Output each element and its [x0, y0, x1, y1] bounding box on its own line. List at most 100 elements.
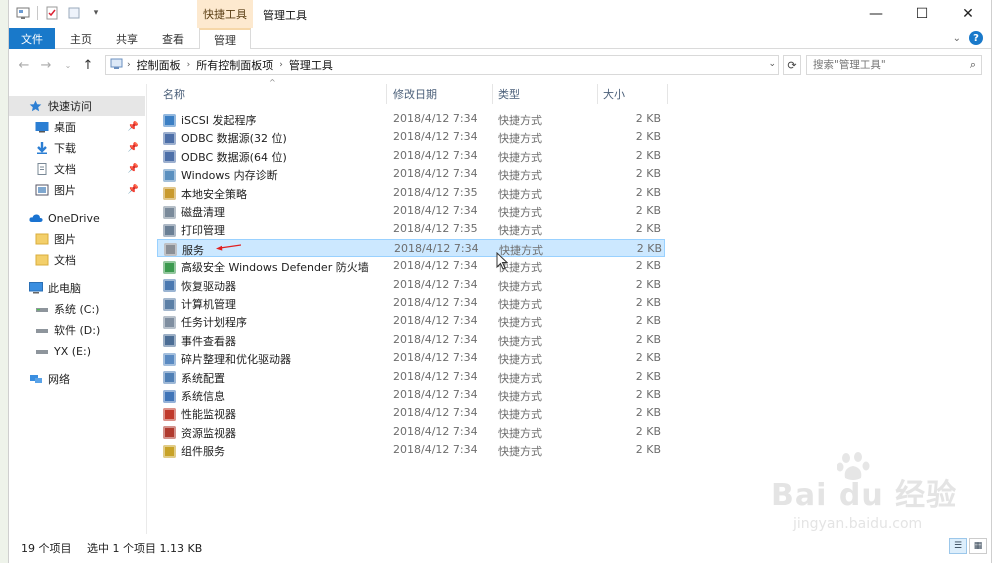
recent-locations-icon[interactable]: ⌄: [59, 57, 77, 73]
close-button[interactable]: ✕: [945, 0, 991, 28]
file-name: 恢复驱动器: [181, 279, 236, 293]
file-type: 快捷方式: [498, 206, 542, 219]
explorer-window: ▾ 快捷工具 管理工具 — ☐ ✕ 文件 主页 共享 查看 管理 ⌄ ? ← →…: [8, 0, 992, 563]
shortcut-icon: [163, 168, 176, 182]
control-panel-icon[interactable]: [15, 5, 31, 21]
table-row[interactable]: 本地安全策略 2018/4/12 7:35 快捷方式 2 KB: [157, 184, 665, 202]
column-header-type[interactable]: 类型: [498, 84, 520, 104]
column-header-size[interactable]: 大小: [603, 84, 625, 104]
pin-icon[interactable]: 📌: [128, 185, 139, 195]
sidebar-item-quick-access[interactable]: 快速访问: [9, 96, 145, 116]
file-date: 2018/4/12 7:34: [393, 204, 478, 217]
help-icon[interactable]: ?: [969, 31, 983, 45]
file-date: 2018/4/12 7:34: [393, 369, 478, 383]
selection-info: 选中 1 个项目 1.13 KB: [87, 542, 203, 555]
column-header-date[interactable]: 修改日期: [393, 84, 437, 104]
table-row[interactable]: 磁盘清理 2018/4/12 7:34 快捷方式 2 KB: [157, 202, 665, 220]
table-row[interactable]: 碎片整理和优化驱动器 2018/4/12 7:34 快捷方式 2 KB: [157, 349, 665, 367]
column-divider[interactable]: [667, 84, 668, 104]
table-row[interactable]: 组件服务 2018/4/12 7:34 快捷方式 2 KB: [157, 441, 665, 459]
file-date: 2018/4/12 7:34: [393, 406, 478, 420]
file-name-cell: 任务计划程序: [163, 314, 247, 330]
shortcut-icon: [163, 352, 176, 366]
column-divider[interactable]: [492, 84, 493, 104]
file-name: 服务: [182, 243, 204, 257]
file-date: 2018/4/12 7:34: [393, 351, 478, 365]
sidebar-item-this-pc[interactable]: 此电脑: [9, 278, 145, 298]
forward-arrow-icon[interactable]: →: [37, 57, 55, 73]
table-row[interactable]: 事件查看器 2018/4/12 7:34 快捷方式 2 KB: [157, 331, 665, 349]
file-name-cell: 事件查看器: [163, 333, 236, 349]
maximize-button[interactable]: ☐: [899, 0, 945, 28]
table-row[interactable]: 任务计划程序 2018/4/12 7:34 快捷方式 2 KB: [157, 312, 665, 330]
file-type: 快捷方式: [498, 426, 542, 440]
column-header-name[interactable]: 名称: [163, 84, 185, 104]
sidebar-item-drive-e[interactable]: YX (E:): [9, 341, 145, 361]
refresh-button[interactable]: ⟳: [783, 55, 801, 75]
tab-share[interactable]: 共享: [105, 28, 149, 49]
sidebar-item-desktop[interactable]: 桌面 📌: [9, 117, 145, 137]
sidebar-item-documents[interactable]: 文档 📌: [9, 159, 145, 179]
properties-icon[interactable]: [44, 5, 60, 21]
table-row[interactable]: 打印管理 2018/4/12 7:35 快捷方式 2 KB: [157, 220, 665, 238]
file-name-cell: 资源监视器: [163, 425, 236, 441]
sidebar-item-downloads[interactable]: 下载 📌: [9, 138, 145, 158]
table-row[interactable]: 计算机管理 2018/4/12 7:34 快捷方式 2 KB: [157, 294, 665, 312]
expand-ribbon-icon[interactable]: ⌄: [953, 33, 961, 44]
sidebar-item-label: 文档: [54, 254, 76, 267]
up-arrow-icon[interactable]: ↑: [79, 57, 97, 73]
table-row[interactable]: 系统信息 2018/4/12 7:34 快捷方式 2 KB: [157, 386, 665, 404]
table-row[interactable]: 系统配置 2018/4/12 7:34 快捷方式 2 KB: [157, 368, 665, 386]
tab-manage[interactable]: 管理: [199, 28, 251, 49]
sidebar-item-drive-c[interactable]: 系统 (C:): [9, 299, 145, 319]
breadcrumb-separator-icon[interactable]: ›: [187, 60, 191, 70]
tab-file[interactable]: 文件: [9, 28, 55, 49]
customize-qat-icon[interactable]: ▾: [88, 5, 104, 21]
new-folder-icon[interactable]: [66, 5, 82, 21]
table-row[interactable]: iSCSI 发起程序 2018/4/12 7:34 快捷方式 2 KB: [157, 110, 665, 128]
file-size: 2 KB: [635, 185, 661, 199]
table-row[interactable]: 性能监视器 2018/4/12 7:34 快捷方式 2 KB: [157, 404, 665, 422]
address-dropdown-icon[interactable]: ⌄: [768, 59, 776, 69]
table-row[interactable]: ODBC 数据源(64 位) 2018/4/12 7:34 快捷方式 2 KB: [157, 147, 665, 165]
address-bar[interactable]: › 控制面板 › 所有控制面板项 › 管理工具 ⌄: [105, 55, 779, 75]
sidebar-item-onedrive-documents[interactable]: 文档: [9, 250, 145, 270]
sidebar-item-pictures[interactable]: 图片 📌: [9, 180, 145, 200]
search-icon[interactable]: ⌕: [970, 58, 976, 72]
table-row[interactable]: 恢复驱动器 2018/4/12 7:34 快捷方式 2 KB: [157, 276, 665, 294]
breadcrumb-all-items[interactable]: 所有控制面板项: [196, 57, 273, 73]
table-row[interactable]: 高级安全 Windows Defender 防火墙 2018/4/12 7:34 快…: [157, 257, 665, 275]
quick-access-toolbar: ▾: [15, 5, 104, 21]
table-row[interactable]: ODBC 数据源(32 位) 2018/4/12 7:34 快捷方式 2 KB: [157, 128, 665, 146]
minimize-button[interactable]: —: [853, 0, 899, 28]
file-size: 2 KB: [635, 204, 661, 217]
search-input[interactable]: [807, 59, 957, 71]
sidebar-item-onedrive-pictures[interactable]: 图片: [9, 229, 145, 249]
breadcrumb-separator-icon[interactable]: ›: [127, 60, 131, 70]
back-arrow-icon[interactable]: ←: [15, 57, 33, 73]
sidebar-item-drive-d[interactable]: 软件 (D:): [9, 320, 145, 340]
breadcrumb-admin-tools[interactable]: 管理工具: [289, 57, 333, 73]
pin-icon[interactable]: 📌: [128, 143, 139, 153]
pin-icon[interactable]: 📌: [128, 122, 139, 132]
tab-view[interactable]: 查看: [151, 28, 195, 49]
file-name: 组件服务: [181, 445, 225, 459]
star-icon: [29, 100, 43, 112]
table-row[interactable]: Windows 内存诊断 2018/4/12 7:34 快捷方式 2 KB: [157, 165, 665, 183]
file-type: 快捷方式: [498, 224, 542, 238]
file-type: 快捷方式: [498, 445, 542, 459]
table-row[interactable]: 资源监视器 2018/4/12 7:34 快捷方式 2 KB: [157, 423, 665, 441]
column-divider[interactable]: [386, 84, 387, 104]
sidebar-item-onedrive[interactable]: OneDrive: [9, 208, 145, 228]
ribbon-tabs: 文件 主页 共享 查看 管理 ⌄ ?: [9, 28, 991, 49]
file-type: 快捷方式: [498, 334, 542, 348]
breadcrumb-separator-icon[interactable]: ›: [279, 60, 283, 70]
breadcrumb-control-panel[interactable]: 控制面板: [137, 57, 181, 73]
tab-home[interactable]: 主页: [59, 28, 103, 49]
search-box[interactable]: ⌕: [806, 55, 982, 75]
sidebar-item-network[interactable]: 网络: [9, 369, 145, 389]
large-icons-view-icon[interactable]: ▦: [969, 538, 987, 554]
file-type: 快捷方式: [498, 114, 542, 127]
column-divider[interactable]: [597, 84, 598, 104]
pin-icon[interactable]: 📌: [128, 164, 139, 174]
